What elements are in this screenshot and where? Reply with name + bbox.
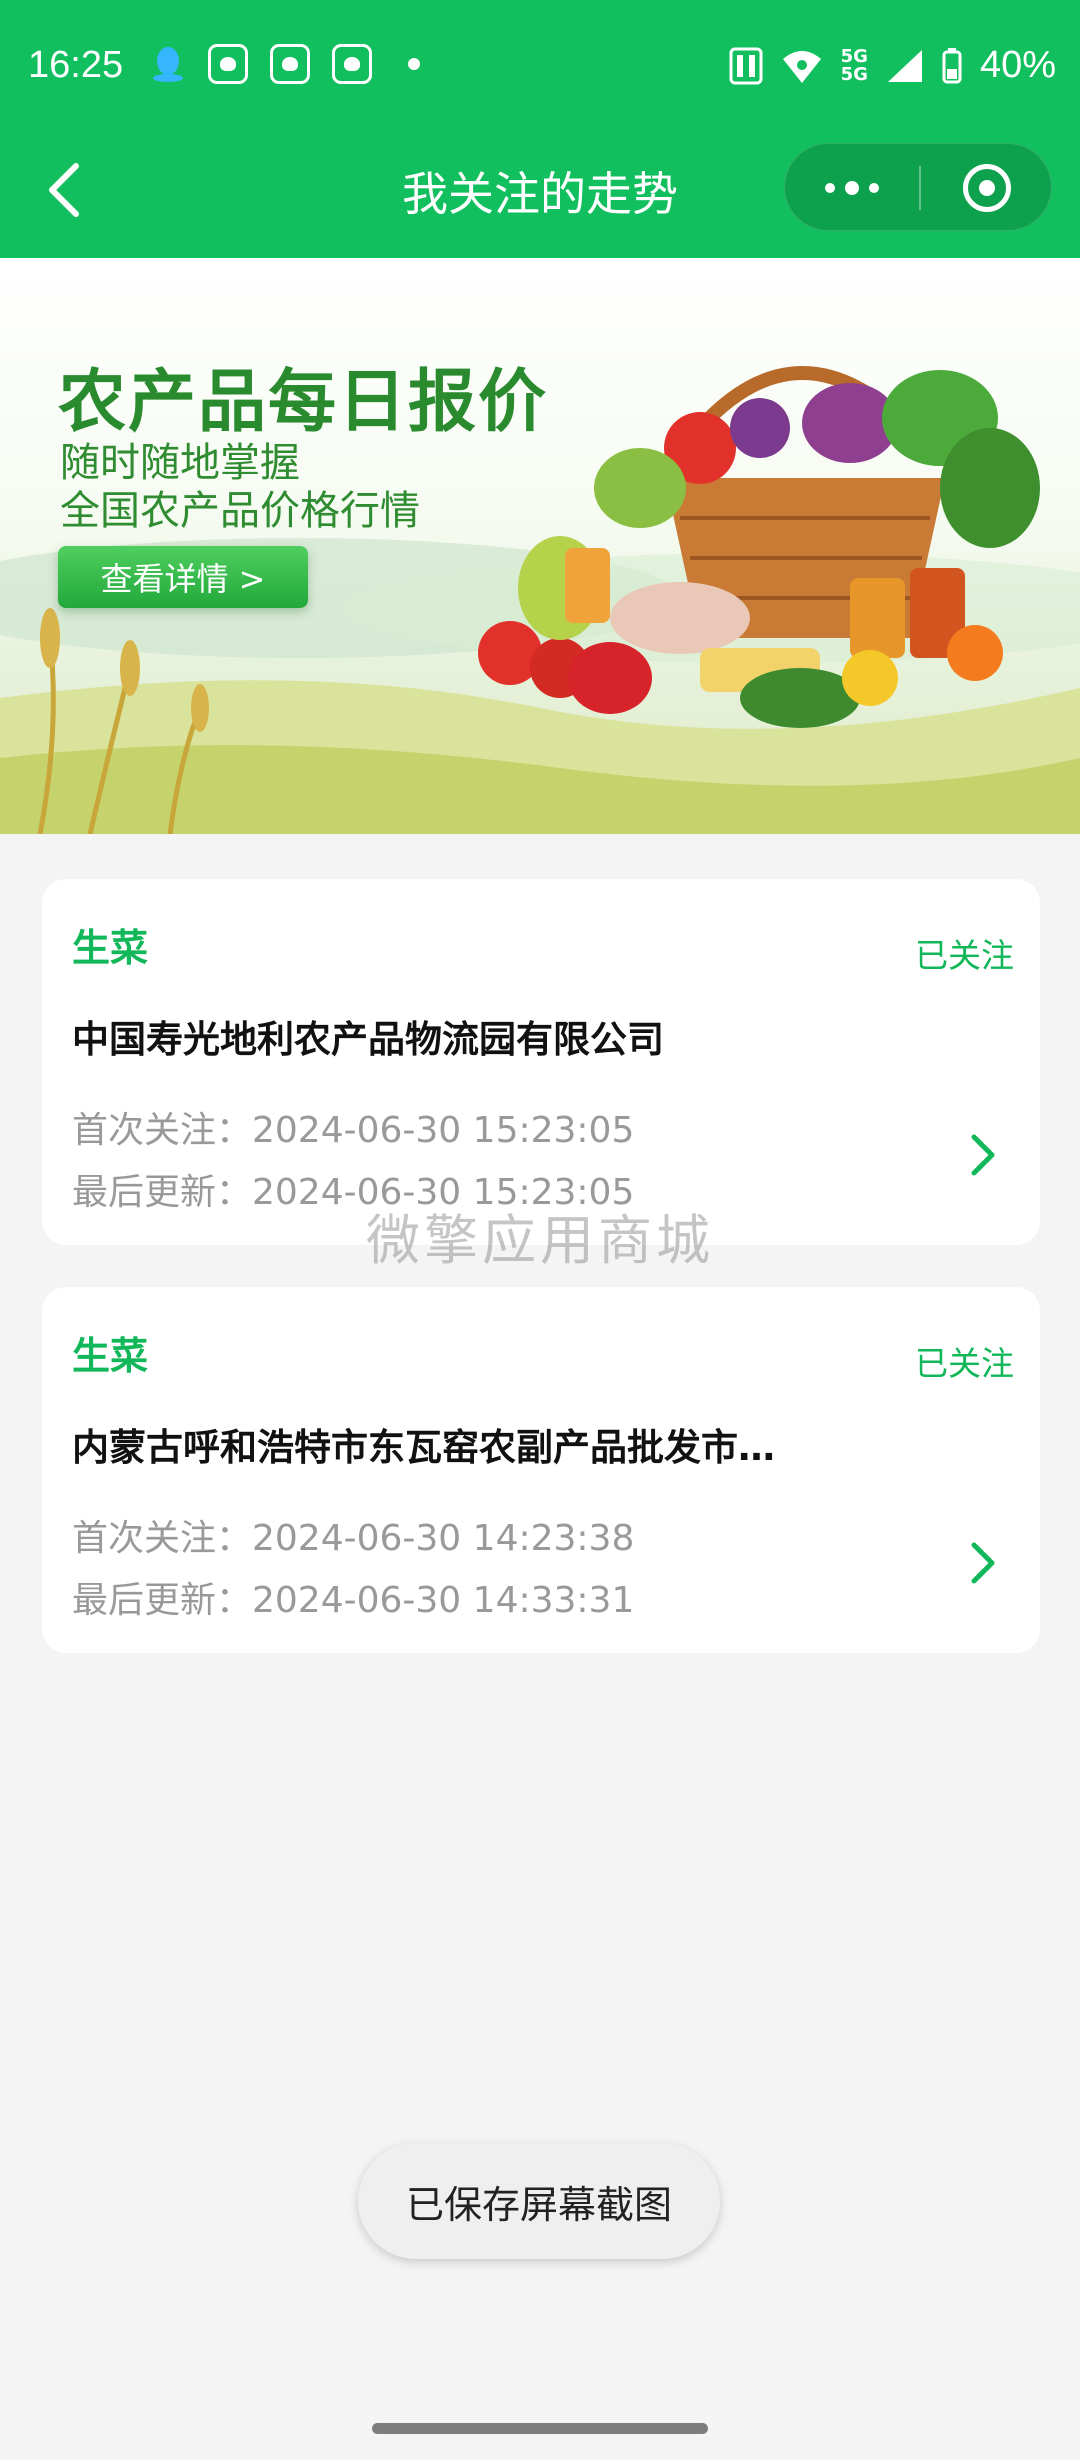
signal-icon: [887, 49, 922, 82]
first-follow-time: 首次关注：2024-06-30 15:23:05: [72, 1110, 635, 1151]
view-details-button[interactable]: 查看详情 >: [58, 546, 308, 608]
status-time: 16:25: [28, 44, 124, 86]
follow-status-button[interactable]: 已关注: [915, 929, 1014, 977]
target-circle-icon[interactable]: [963, 164, 1011, 212]
qq-icon: [153, 47, 183, 82]
network-type: 5G 5G: [840, 45, 868, 85]
system-status-icons: 5G 5G 40%: [729, 44, 1056, 87]
watermark: 微擎应用商城: [366, 1209, 714, 1272]
screenshot-saved-toast: 已保存屏幕截图: [358, 2143, 720, 2259]
banner-subtitle: 全国农产品价格行情: [60, 488, 420, 534]
promo-banner[interactable]: 农产品每日报价 随时随地掌握 全国农产品价格行情 查看详情 >: [0, 258, 1080, 834]
market-name: 中国寿光地利农产品物流园有限公司: [72, 1018, 664, 1061]
followed-trend-card[interactable]: 生菜 已关注 内蒙古呼和浩特市东瓦窑农副产品批发市… 首次关注：2024-06-…: [42, 1287, 1040, 1653]
product-category: 生菜: [72, 926, 149, 970]
wifi-icon: [782, 50, 821, 83]
followed-trend-card[interactable]: 生菜 已关注 中国寿光地利农产品物流园有限公司 首次关注：2024-06-30 …: [42, 879, 1040, 1245]
more-dots-icon[interactable]: [825, 144, 879, 232]
chevron-right-icon[interactable]: [970, 1541, 996, 1585]
product-category: 生菜: [72, 1334, 149, 1378]
miniprogram-capsule: [784, 143, 1052, 231]
hd-icon: [729, 47, 763, 84]
follow-status-button[interactable]: 已关注: [915, 1337, 1014, 1385]
baidu-icon: [270, 44, 310, 84]
more-notifications-dot-icon: [408, 58, 420, 70]
top-bar: 16:25 5G 5G 40% 我关注的走势: [0, 0, 1080, 258]
battery-icon: [942, 47, 962, 83]
first-follow-time: 首次关注：2024-06-30 14:23:38: [72, 1518, 635, 1559]
chevron-right-icon[interactable]: [970, 1133, 996, 1177]
battery-percent: 40%: [979, 44, 1056, 86]
baidu-icon: [208, 44, 248, 84]
baidu-icon: [332, 44, 372, 84]
market-name: 内蒙古呼和浩特市东瓦窑农副产品批发市…: [72, 1426, 775, 1469]
capsule-divider: [919, 166, 921, 210]
home-indicator[interactable]: [372, 2423, 708, 2434]
last-update-time: 最后更新：2024-06-30 14:33:31: [72, 1580, 635, 1621]
notification-icons: [150, 44, 420, 84]
